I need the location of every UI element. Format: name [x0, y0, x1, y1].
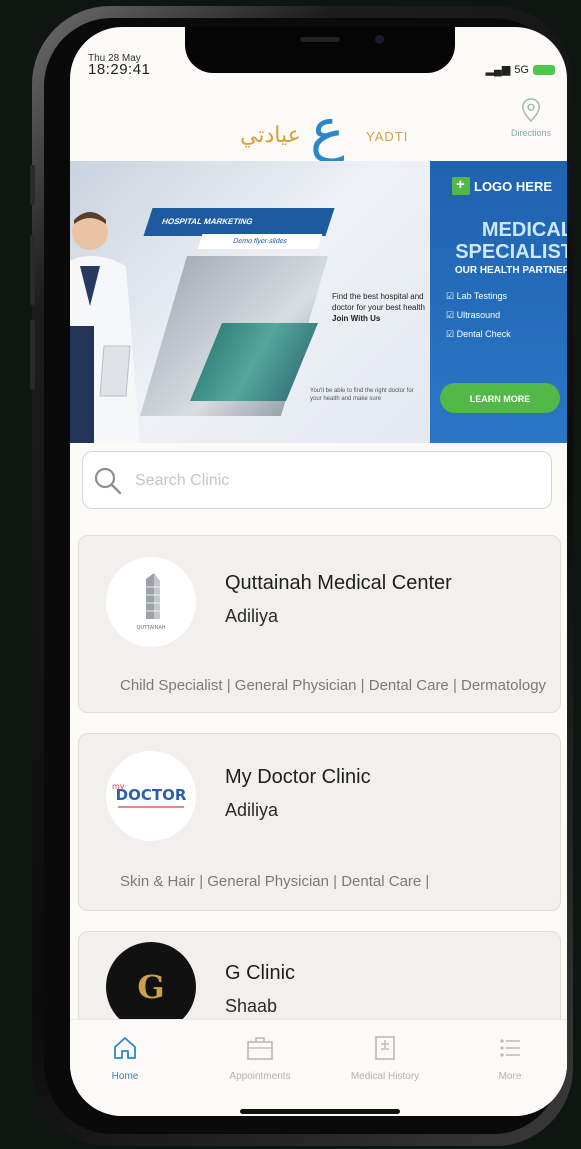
side-button	[30, 235, 35, 305]
banner-heading: MEDICAL SPECIALIST	[455, 219, 567, 263]
plus-logo-icon	[452, 176, 470, 195]
banner-bullets: ☑ Lab Testings ☑ Ultrasound ☑ Dental Che…	[446, 287, 511, 344]
svg-text:G: G	[137, 968, 164, 1006]
clinic-card[interactable]: my DOCTOR My Doctor Clinic Adiliya Skin …	[78, 733, 561, 911]
banner-logo-text: LOGO HERE	[474, 178, 553, 194]
clinic-location: Shaab	[225, 996, 278, 1016]
app-header: عيادتي ع YADTI Directions	[70, 95, 567, 163]
speaker	[300, 37, 340, 42]
side-button	[30, 165, 35, 205]
clinic-logo: my DOCTOR	[106, 751, 196, 841]
clinic-logo: QUTTAINAH	[106, 557, 196, 647]
tab-label: Home	[111, 1071, 139, 1082]
clinic-name: G Clinic	[225, 962, 296, 984]
banner-fine-print: You'll be able to find the right doctor …	[310, 388, 414, 402]
search-bar[interactable]	[82, 451, 552, 509]
camera	[375, 35, 384, 44]
clinic-specialties: Child Specialist | General Physician | D…	[120, 677, 547, 694]
home-icon	[114, 1037, 136, 1059]
clinic-location: Adiliya	[225, 800, 279, 820]
tab-home[interactable]: Home	[70, 1034, 180, 1082]
promo-banner[interactable]: HOSPITAL MARKETING Demo flyer slides Fin…	[70, 161, 567, 443]
banner-mid-text: Find the best hospital and doctor for yo…	[332, 291, 432, 324]
banner-strip-subtitle: Demo flyer slides	[197, 234, 323, 249]
tab-more[interactable]: More	[455, 1034, 565, 1082]
directions-button[interactable]: Directions	[501, 97, 561, 138]
logo-english-text: YADTI	[366, 129, 409, 144]
clinic-name: My Doctor Clinic	[225, 766, 371, 788]
list-icon	[500, 1039, 520, 1057]
app-screen: Thu 28 May 18:29:41 ▂▄▆ 5G عيادتي ع YADT…	[70, 27, 567, 1116]
briefcase-icon	[247, 1037, 273, 1060]
banner-bullet: ☑ Lab Testings	[446, 291, 507, 301]
clinic-card[interactable]: QUTTAINAH Quttainah Medical Center Adili…	[78, 535, 561, 713]
banner-blue-panel: LOGO HERE MEDICAL SPECIALIST OUR HEALTH …	[430, 161, 567, 443]
doctor-image	[70, 212, 140, 443]
clinic-location: Adiliya	[225, 606, 279, 626]
bottom-tab-bar: Home Appointments Medical History More	[70, 1019, 567, 1116]
tab-appointments[interactable]: Appointments	[205, 1034, 315, 1082]
network-type: 5G	[514, 63, 529, 76]
banner-strip-title: HOSPITAL MARKETING	[143, 208, 335, 236]
document-icon	[375, 1036, 395, 1060]
notch	[185, 27, 455, 73]
clinic-name: Quttainah Medical Center	[225, 572, 452, 594]
banner-subheading: OUR HEALTH PARTNER	[454, 265, 567, 276]
tab-label: Medical History	[350, 1071, 420, 1082]
battery-icon	[533, 64, 555, 75]
banner-bullet: ☑ Ultrasound	[446, 310, 501, 320]
home-indicator[interactable]	[240, 1109, 400, 1114]
doctor-logo-icon: my DOCTOR	[112, 782, 187, 808]
search-icon	[94, 467, 122, 495]
building-logo-icon: QUTTAINAH	[136, 573, 166, 631]
location-pin-icon	[522, 98, 540, 123]
search-input[interactable]	[133, 466, 517, 496]
status-time: 18:29:41	[88, 61, 151, 78]
status-bar-clock: Thu 28 May 18:29:41	[88, 53, 151, 78]
banner-bullet: ☑ Dental Check	[446, 329, 511, 339]
logo-arabic-text: عيادتي	[240, 123, 301, 148]
tab-medical-history[interactable]: Medical History	[330, 1034, 440, 1082]
side-button	[30, 320, 35, 390]
signal-icon: ▂▄▆	[485, 64, 511, 76]
banner-mid-bold: Join With Us	[332, 314, 381, 323]
logo-mark: ع	[310, 95, 345, 163]
svg-text:QUTTAINAH: QUTTAINAH	[136, 625, 165, 631]
clinic-specialties: Skin & Hair | General Physician | Dental…	[120, 873, 430, 890]
svg-text:DOCTOR: DOCTOR	[116, 786, 187, 804]
banner-logo: LOGO HERE	[452, 176, 553, 195]
banner-mid-body: Find the best hospital and doctor for yo…	[332, 292, 425, 312]
status-bar-indicators: ▂▄▆ 5G	[486, 63, 555, 76]
tab-label: Appointments	[229, 1071, 291, 1082]
learn-more-button[interactable]: LEARN MORE	[440, 383, 560, 413]
directions-label: Directions	[510, 128, 551, 138]
tab-label: More	[498, 1071, 522, 1082]
